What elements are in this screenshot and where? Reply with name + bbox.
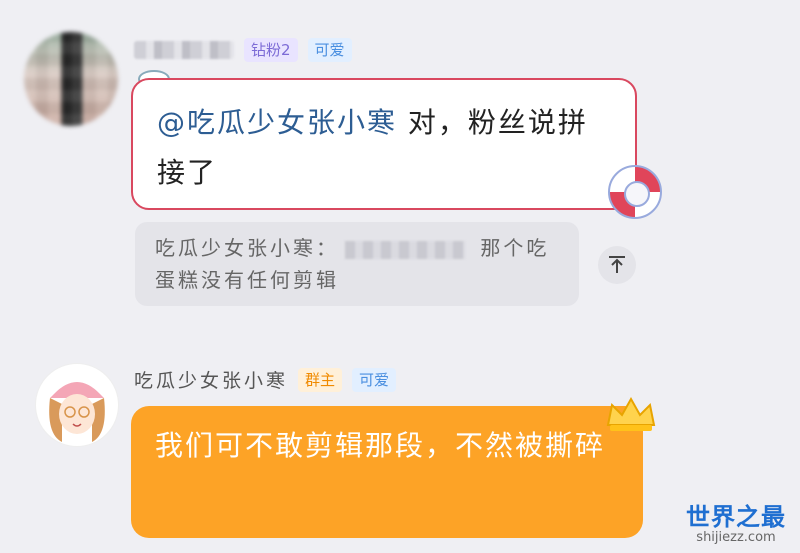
mention-link[interactable]: @吃瓜少女张小寒	[157, 106, 397, 139]
crown-icon	[606, 396, 656, 431]
quoted-message[interactable]: 吃瓜少女张小寒： 那个吃蛋糕没有任何剪辑	[135, 222, 579, 306]
tag-badge: 可爱	[352, 367, 397, 392]
owner-badge: 群主	[298, 367, 343, 392]
tag-badge: 可爱	[307, 38, 352, 62]
avatar[interactable]	[35, 363, 119, 447]
sender-row: 吃瓜少女张小寒 群主 可爱	[134, 366, 397, 393]
watermark-logo: 世界之最	[686, 503, 786, 531]
quote-author: 吃瓜少女张小寒：	[155, 236, 339, 260]
life-ring-icon	[608, 165, 662, 219]
arrow-up-icon[interactable]	[598, 246, 636, 284]
blurred-text	[345, 240, 465, 259]
watermark: 世界之最 shijiezz.com	[686, 497, 786, 545]
avatar[interactable]	[24, 32, 118, 126]
sender-row: 钻粉2 可爱	[134, 38, 352, 62]
blurred-username	[134, 41, 234, 59]
fan-level-badge: 钻粉2	[244, 38, 298, 62]
username[interactable]: 吃瓜少女张小寒	[134, 366, 288, 393]
message-text: 我们可不敢剪辑那段，不然被撕碎	[155, 429, 606, 462]
message-bubble[interactable]: @吃瓜少女张小寒 对，粉丝说拼接了	[131, 78, 637, 210]
watermark-url: shijiezz.com	[696, 530, 776, 545]
message-bubble[interactable]: 我们可不敢剪辑那段，不然被撕碎	[131, 406, 643, 538]
